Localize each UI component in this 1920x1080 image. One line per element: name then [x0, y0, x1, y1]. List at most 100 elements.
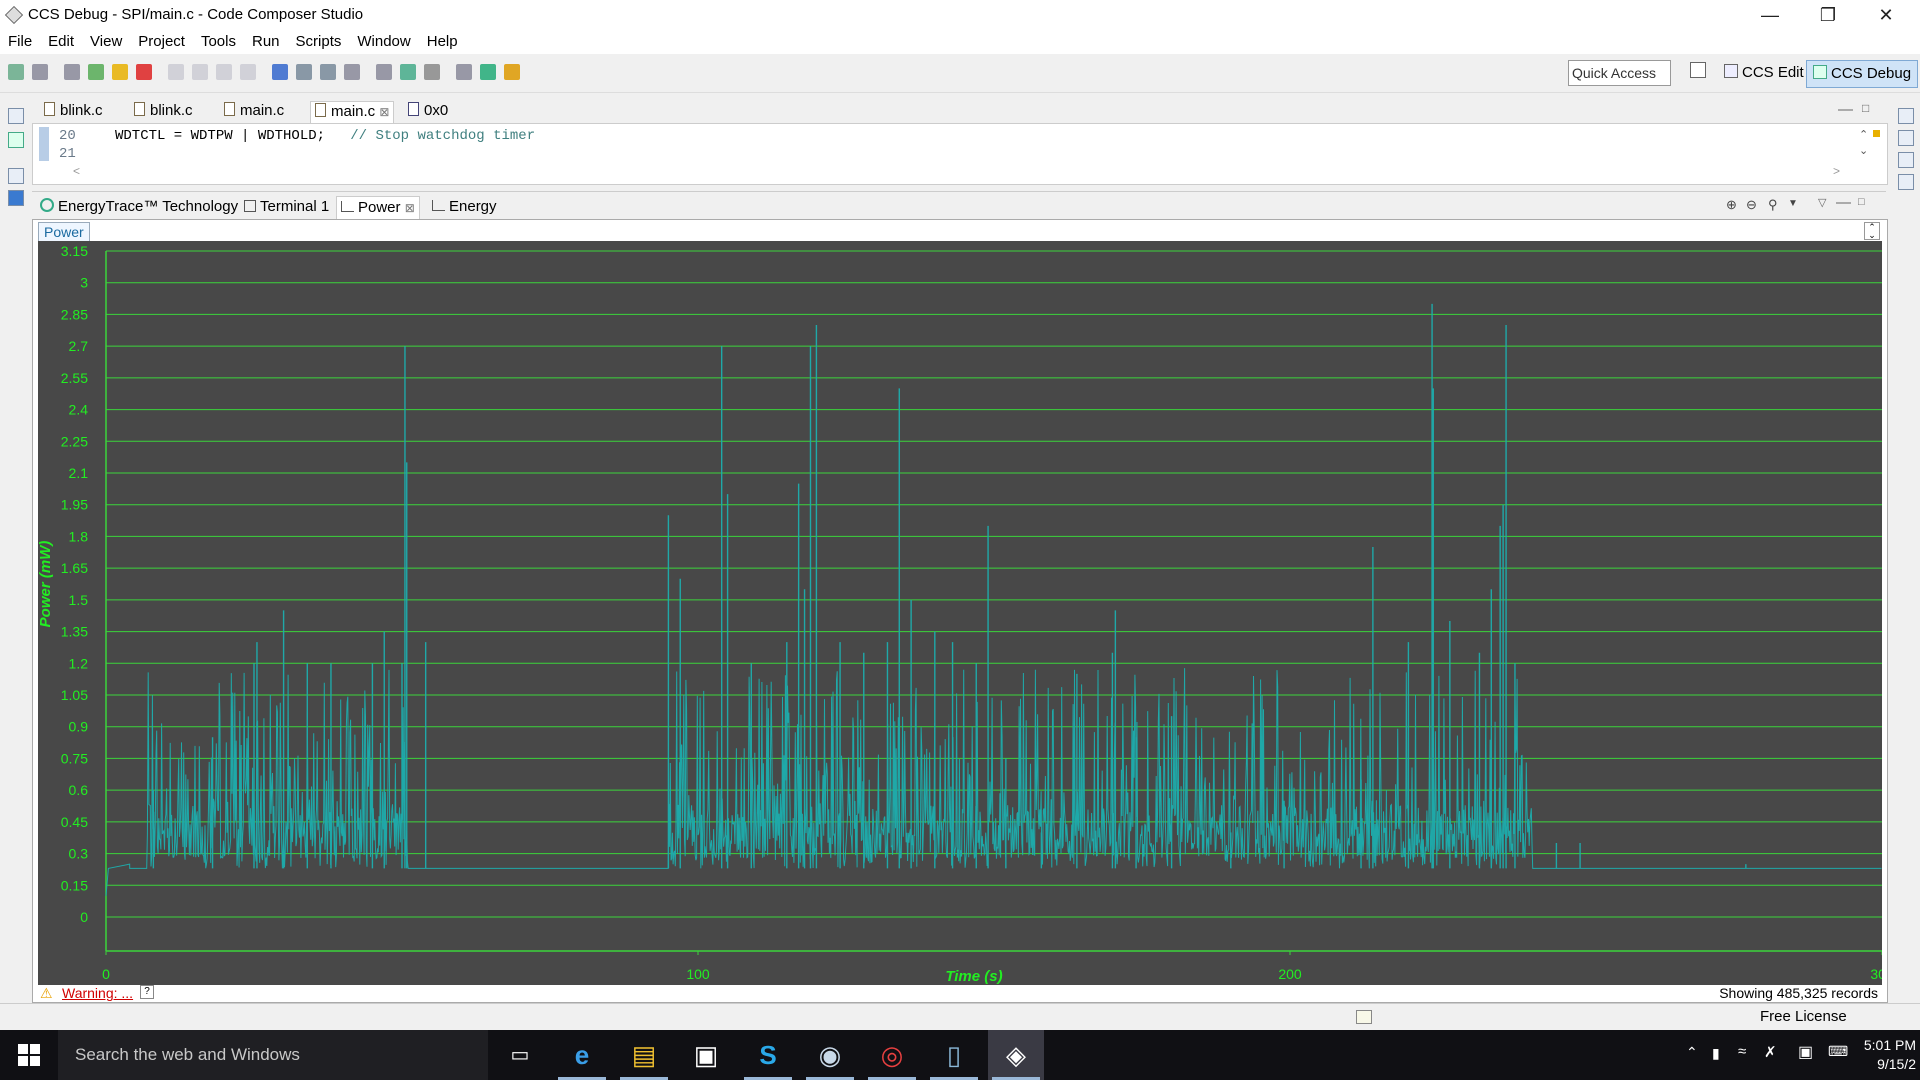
code-line[interactable]: WDTCTL = WDTPW | WDTHOLD; // Stop watchd…	[115, 128, 535, 144]
file-explorer-icon[interactable]: ▤	[616, 1030, 672, 1080]
resume-icon[interactable]	[88, 64, 104, 80]
restore-icon[interactable]	[8, 168, 24, 184]
tab-terminal[interactable]: Terminal 1	[240, 196, 333, 218]
code-editor[interactable]: 20 WDTCTL = WDTPW | WDTHOLD; // Stop wat…	[32, 123, 1888, 185]
menu-view[interactable]: View	[82, 30, 130, 54]
quick-access-input[interactable]: Quick Access	[1568, 60, 1671, 86]
registers-icon[interactable]	[1898, 174, 1914, 190]
volume-muted-icon[interactable]: ✗	[1764, 1043, 1777, 1061]
terminate-icon[interactable]	[136, 64, 152, 80]
expressions-icon[interactable]	[1898, 152, 1914, 168]
line-number: 21	[59, 146, 76, 162]
wifi-icon[interactable]: ≈	[1738, 1043, 1746, 1060]
menu-help[interactable]: Help	[419, 30, 466, 54]
store-icon[interactable]: ▣	[678, 1030, 734, 1080]
perspective-ccs-debug[interactable]: CCS Debug	[1806, 60, 1919, 88]
menu-window[interactable]: Window	[349, 30, 418, 54]
menu-run[interactable]: Run	[244, 30, 288, 54]
new-icon[interactable]	[8, 64, 24, 80]
view-menu-chevron-icon[interactable]: ▽	[1818, 196, 1826, 209]
maximize-editor-icon[interactable]: □	[1862, 101, 1869, 115]
debug-icon[interactable]	[480, 64, 496, 80]
task-view-icon[interactable]: ▭	[492, 1030, 548, 1080]
menu-tools[interactable]: Tools	[193, 30, 244, 54]
tab-energy[interactable]: Energy	[428, 196, 501, 218]
power-chart[interactable]: 0 0.15 0.3 0.45 0.6 0.75 0.9 1.05 1.2 1.35 1.5 1.65…	[38, 241, 1882, 985]
save-icon[interactable]	[32, 64, 48, 80]
variables-icon[interactable]	[1898, 130, 1914, 146]
perspective-ccs-edit[interactable]: CCS Edit	[1718, 60, 1810, 86]
minimize-button[interactable]: —	[1742, 0, 1798, 30]
y-tick-label: 2.7	[69, 338, 89, 354]
restart-icon[interactable]	[240, 64, 256, 80]
edge-icon[interactable]: e	[554, 1030, 610, 1080]
help-icon[interactable]: ?	[140, 985, 154, 999]
disassembly-icon	[408, 102, 419, 116]
notifications-icon[interactable]: ▣	[1798, 1042, 1813, 1062]
keyboard-icon[interactable]: ⌨	[1828, 1043, 1848, 1060]
debug-config-icon[interactable]	[376, 64, 392, 80]
load-program-icon[interactable]	[296, 64, 312, 80]
y-tick-label: 1.65	[61, 560, 88, 576]
debug-icon[interactable]	[8, 132, 24, 148]
reset-icon[interactable]	[320, 64, 336, 80]
zoom-fit-icon[interactable]: ⚲	[1768, 197, 1778, 213]
close-tab-icon[interactable]: ⊠	[379, 105, 389, 119]
restore-icon[interactable]	[8, 108, 24, 124]
zoom-menu-chevron-down-icon[interactable]: ▼	[1788, 198, 1798, 209]
tab-energytrace[interactable]: EnergyTrace™ Technology	[36, 196, 242, 218]
restore-button[interactable]: ❐	[1800, 0, 1856, 30]
license-status[interactable]: Free License	[1760, 1008, 1847, 1025]
save-all-icon[interactable]	[64, 64, 80, 80]
clock[interactable]: 5:01 PM 9/15/2	[1864, 1036, 1916, 1074]
windows-start-icon[interactable]	[18, 1044, 40, 1066]
battery-icon[interactable]: ▮	[1712, 1045, 1720, 1062]
scroll-updown-icon[interactable]: ⌃ ⌄	[1864, 222, 1880, 240]
editor-tab-bar: blink.c blink.c main.c main.c ⊠ 0x0 — □	[32, 97, 1886, 124]
search-icon[interactable]	[424, 64, 440, 80]
chevron-up-icon[interactable]: ⌃	[1686, 1044, 1698, 1061]
connect-icon[interactable]	[272, 64, 288, 80]
menu-file[interactable]: File	[0, 30, 40, 54]
menu-project[interactable]: Project	[130, 30, 193, 54]
skype-icon[interactable]: S	[740, 1030, 796, 1080]
zoom-out-icon[interactable]: ⊖	[1746, 197, 1757, 213]
zoom-in-icon[interactable]: ⊕	[1726, 197, 1737, 213]
step-into-icon[interactable]	[168, 64, 184, 80]
close-tab-icon[interactable]: ⊠	[405, 201, 415, 215]
tab-blink-c-2[interactable]: blink.c	[130, 101, 197, 123]
step-return-icon[interactable]	[216, 64, 232, 80]
scroll-up-icon[interactable]: ⌃	[1859, 128, 1868, 141]
console-icon[interactable]	[8, 190, 24, 206]
scroll-right-icon[interactable]: >	[1833, 164, 1840, 178]
restore-icon[interactable]	[1898, 108, 1914, 124]
open-perspective-icon[interactable]	[1690, 62, 1706, 78]
pin-icon[interactable]	[504, 64, 520, 80]
scroll-left-icon[interactable]: <	[73, 164, 80, 178]
tab-power[interactable]: Power ⊠	[336, 196, 420, 219]
suspend-icon[interactable]	[112, 64, 128, 80]
code-composer-icon[interactable]: ◈	[988, 1030, 1044, 1080]
step-over-icon[interactable]	[192, 64, 208, 80]
run-to-line-icon[interactable]	[344, 64, 360, 80]
progress-icon[interactable]	[1356, 1010, 1372, 1024]
tab-main-c-active[interactable]: main.c ⊠	[310, 101, 395, 124]
tab-main-c[interactable]: main.c	[220, 101, 288, 123]
toggle-breakpoint-icon[interactable]	[456, 64, 472, 80]
tab-disassembly-0x0[interactable]: 0x0	[404, 101, 452, 123]
power-inner-tab[interactable]: Power	[38, 222, 90, 242]
tab-label: Terminal 1	[260, 198, 330, 215]
menu-edit[interactable]: Edit	[40, 30, 82, 54]
tab-blink-c[interactable]: blink.c	[40, 101, 107, 123]
close-button[interactable]: ✕	[1858, 0, 1914, 30]
external-tools-icon[interactable]	[400, 64, 416, 80]
steam-icon[interactable]: ◉	[802, 1030, 858, 1080]
chrome-icon[interactable]: ◎	[864, 1030, 920, 1080]
scroll-down-icon[interactable]: ⌄	[1859, 144, 1868, 157]
menu-scripts[interactable]: Scripts	[288, 30, 350, 54]
warning-link[interactable]: Warning: ...	[62, 985, 133, 1001]
minimize-editor-icon[interactable]: —	[1838, 101, 1853, 118]
minimize-view-icon[interactable]: —	[1836, 194, 1851, 211]
app-7-icon[interactable]: ▯	[926, 1030, 982, 1080]
maximize-view-icon[interactable]: □	[1858, 196, 1865, 208]
